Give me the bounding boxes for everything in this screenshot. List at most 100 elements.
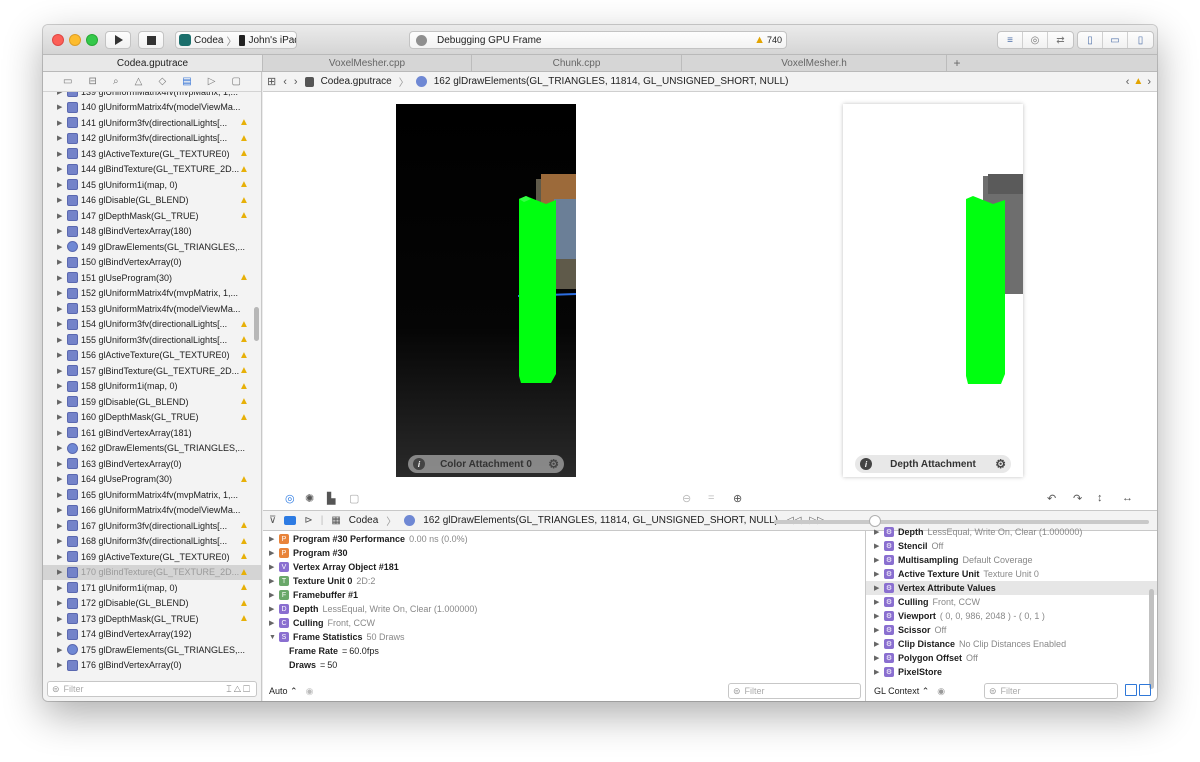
flip-horizontal-icon[interactable]: ↔ <box>1122 492 1133 504</box>
disclosure-triangle-icon[interactable]: ▶ <box>874 626 884 634</box>
gpu-call-row[interactable]: ▶ 163 glBindVertexArray(0) <box>43 456 261 472</box>
gpu-call-row[interactable]: ▶ 159 glDisable(GL_BLEND) ▲ <box>43 394 261 410</box>
variable-row[interactable]: ▶ C Culling Front, CCW <box>263 616 865 630</box>
breakpoint-icon[interactable]: ▷ <box>208 76 216 87</box>
gl-state-row[interactable]: ▶ ⚙ Multisampling Default Coverage <box>866 553 1157 567</box>
variable-row[interactable]: ▶ F Framebuffer #1 <box>263 588 865 602</box>
scheme-selector[interactable]: Codea 〉 John's iPad <box>175 31 297 49</box>
eye-icon[interactable]: ◉ <box>306 686 314 697</box>
tab-chunk-cpp[interactable]: Chunk.cpp <box>472 55 682 71</box>
zoom-button[interactable] <box>86 34 98 46</box>
variables-filter-field[interactable]: ⊜ Filter <box>728 683 861 699</box>
navigator-filter-field[interactable]: ⊜ Filter ⌶△☐ <box>47 681 257 697</box>
disclosure-triangle-icon[interactable]: ▶ <box>57 289 67 297</box>
gpu-call-row[interactable]: ▶ 169 glActiveTexture(GL_TEXTURE0) ▲ <box>43 549 261 565</box>
disclosure-triangle-icon[interactable]: ▶ <box>874 640 884 648</box>
disclosure-triangle-icon[interactable]: ▶ <box>874 598 884 606</box>
info-icon[interactable]: i <box>860 458 872 470</box>
disclosure-triangle-icon[interactable]: ▶ <box>57 599 67 607</box>
disclosure-triangle-icon[interactable]: ▶ <box>57 491 67 499</box>
overlay-icon[interactable]: ▢ <box>349 492 359 505</box>
related-items-icon[interactable]: ⊞ <box>267 75 276 88</box>
gpu-call-row[interactable]: ▶ 146 glDisable(GL_BLEND) ▲ <box>43 193 261 209</box>
hierarchy-icon[interactable]: ⊟ <box>89 76 97 87</box>
warning-badge[interactable]: ▲ 740 <box>754 34 782 46</box>
state-filter-field[interactable]: ⊜ Filter <box>984 683 1118 699</box>
disclosure-triangle-icon[interactable]: ▶ <box>269 549 279 557</box>
disclosure-triangle-icon[interactable]: ▶ <box>57 475 67 483</box>
gpu-call-row[interactable]: ▶ 160 glDepthMask(GL_TRUE) ▲ <box>43 410 261 426</box>
zoom-in-icon[interactable]: ⊕ <box>733 492 742 505</box>
disclosure-triangle-icon[interactable]: ▶ <box>57 460 67 468</box>
gpu-call-row[interactable]: ▶ 167 glUniform3fv(directionalLights[... ▲ <box>43 518 261 534</box>
disclosure-triangle-icon[interactable]: ▶ <box>57 165 67 173</box>
gpu-call-row[interactable]: ▶ 144 glBindTexture(GL_TEXTURE_2D... ▲ <box>43 162 261 178</box>
warning-icon[interactable]: ▲ <box>239 381 250 392</box>
warning-icon[interactable]: ▲ <box>239 133 250 144</box>
gpu-call-row[interactable]: ▶ 173 glDepthMask(GL_TRUE) ▲ <box>43 611 261 627</box>
disclosure-triangle-icon[interactable]: ▶ <box>57 196 67 204</box>
search-icon[interactable]: ⌕ <box>113 76 119 87</box>
gpu-call-row[interactable]: ▶ 174 glBindVertexArray(192) <box>43 627 261 643</box>
variables-mode-selector[interactable]: Auto ⌃ <box>269 686 298 697</box>
disclosure-triangle-icon[interactable]: ▶ <box>57 320 67 328</box>
navigator-toggle-icon[interactable]: ▯ <box>1078 32 1103 48</box>
flip-vertical-icon[interactable]: ↕ <box>1097 492 1103 504</box>
resource-mode-icon[interactable]: ◎ <box>285 492 295 505</box>
variable-row[interactable]: ▶ T Texture Unit 0 2D:2 <box>263 574 865 588</box>
hide-debug-area-icon[interactable]: ⊽ <box>269 515 276 526</box>
breakpoints-toggle-icon[interactable] <box>284 516 297 525</box>
disclosure-triangle-icon[interactable]: ▶ <box>874 528 884 536</box>
disclosure-triangle-icon[interactable]: ▶ <box>57 119 67 127</box>
gpu-call-row[interactable]: ▶ 156 glActiveTexture(GL_TEXTURE0) ▲ <box>43 348 261 364</box>
gpu-call-row[interactable]: ▶ 150 glBindVertexArray(0) <box>43 255 261 271</box>
gpu-call-row[interactable]: ▶ 153 glUniformMatrix4fv(modelViewMa... <box>43 301 261 317</box>
disclosure-triangle-icon[interactable]: ▶ <box>57 646 67 654</box>
disclosure-triangle-icon[interactable]: ▶ <box>57 661 67 669</box>
gpu-call-row[interactable]: ▶ 148 glBindVertexArray(180) <box>43 224 261 240</box>
color-attachment-view[interactable]: i Color Attachment 0 ⚙ <box>396 104 576 477</box>
disclosure-triangle-icon[interactable]: ▶ <box>57 429 67 437</box>
gl-state-row[interactable]: ▶ ⚙ Stencil Off <box>866 539 1157 553</box>
tab-codea-gputrace[interactable]: Codea.gputrace <box>43 55 263 71</box>
disclosure-triangle-icon[interactable]: ▶ <box>874 654 884 662</box>
back-button[interactable]: ‹ <box>283 76 287 88</box>
rotate-right-icon[interactable]: ↷ <box>1073 492 1082 505</box>
warning-icon[interactable]: ▲ <box>239 179 250 190</box>
minimize-button[interactable] <box>69 34 81 46</box>
gpu-call-row[interactable]: ▶ 175 glDrawElements(GL_TRIANGLES,... <box>43 642 261 658</box>
gpu-call-row[interactable]: ▶ 171 glUniform1i(map, 0) ▲ <box>43 580 261 596</box>
disclosure-triangle-icon[interactable]: ▶ <box>874 584 884 592</box>
filter-options-icon[interactable]: ⌶△☐ <box>226 684 252 695</box>
disclosure-triangle-icon[interactable]: ▶ <box>874 668 884 676</box>
tab-voxelmesher-h[interactable]: VoxelMesher.h <box>682 55 947 71</box>
gl-state-row[interactable]: ▶ ⚙ Polygon Offset Off <box>866 651 1157 665</box>
geometry-icon[interactable]: ✺ <box>305 492 314 505</box>
warning-icon[interactable]: ▲ <box>239 195 250 206</box>
gpu-call-row[interactable]: ▶ 168 glUniform3fv(directionalLights[... ▲ <box>43 534 261 550</box>
forward-button[interactable]: › <box>294 76 298 88</box>
disclosure-triangle-icon[interactable]: ▶ <box>57 522 67 530</box>
disclosure-triangle-icon[interactable]: ▶ <box>57 150 67 158</box>
disclosure-triangle-icon[interactable]: ▶ <box>57 103 67 111</box>
gear-icon[interactable]: ⚙ <box>548 457 559 471</box>
disclosure-triangle-icon[interactable]: ▶ <box>57 615 67 623</box>
disclosure-triangle-icon[interactable]: ▶ <box>874 556 884 564</box>
gl-state-row[interactable]: ▶ ⚙ Vertex Attribute Values <box>866 581 1157 595</box>
disclosure-triangle-icon[interactable]: ▶ <box>57 274 67 282</box>
next-issue-button[interactable]: › <box>1147 76 1151 88</box>
gpu-call-row[interactable]: ▶ 166 glUniformMatrix4fv(modelViewMa... <box>43 503 261 519</box>
assistant-editor-icon[interactable]: ◎ <box>1023 32 1048 48</box>
gpu-call-row[interactable]: ▶ 152 glUniformMatrix4fv(mvpMatrix, 1,... <box>43 286 261 302</box>
info-icon[interactable]: i <box>413 458 425 470</box>
gpu-call-row[interactable]: ▶ 141 glUniform3fv(directionalLights[... ▲ <box>43 115 261 131</box>
disclosure-triangle-icon[interactable]: ▶ <box>269 577 279 585</box>
gpu-call-row[interactable]: ▶ 139 glUniformMatrix4fv(mvpMatrix, 1,... <box>43 92 261 100</box>
disclosure-triangle-icon[interactable]: ▶ <box>57 227 67 235</box>
disclosure-triangle-icon[interactable]: ▶ <box>57 382 67 390</box>
gpu-call-row[interactable]: ▶ 155 glUniform3fv(directionalLights[... ▲ <box>43 332 261 348</box>
jumpbar-call[interactable]: 162 glDrawElements(GL_TRIANGLES, 11814, … <box>434 76 789 87</box>
warning-icon[interactable]: ▲ <box>239 365 250 376</box>
disclosure-triangle-icon[interactable]: ▶ <box>57 506 67 514</box>
gl-state-row[interactable]: ▶ ⚙ Clip Distance No Clip Distances Enabled <box>866 637 1157 651</box>
